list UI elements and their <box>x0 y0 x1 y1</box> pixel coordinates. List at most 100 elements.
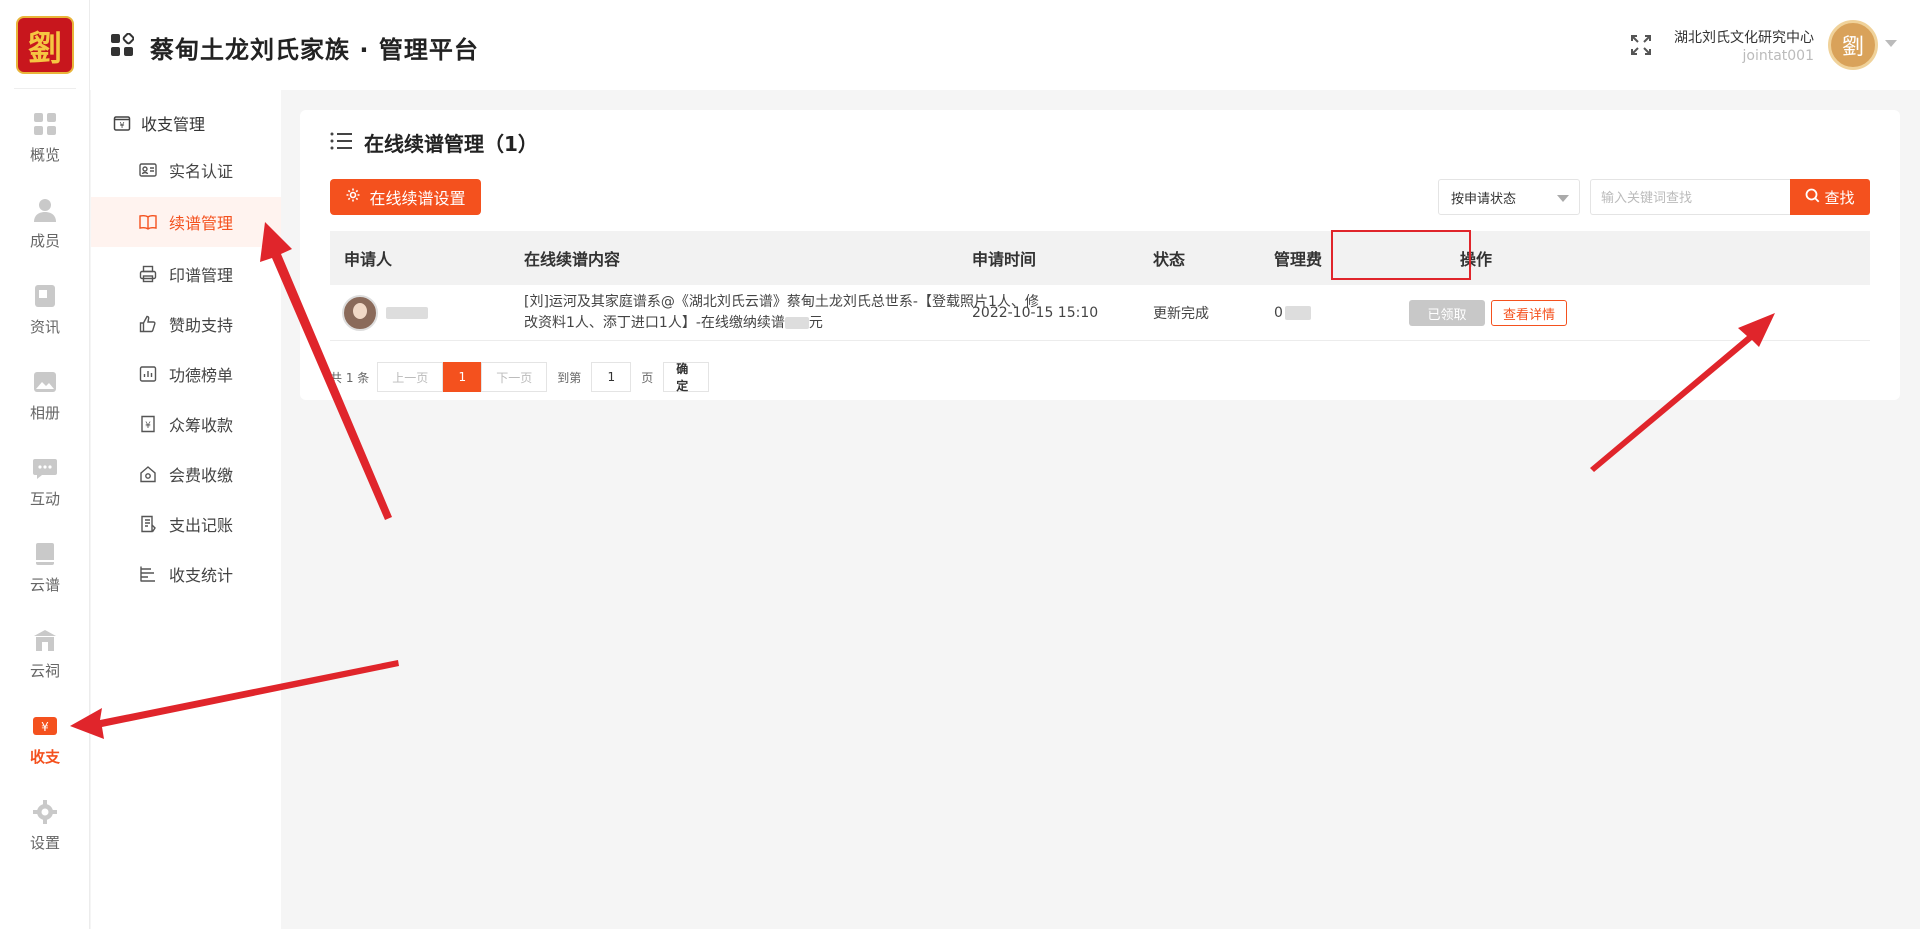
submenu-item-label: 续谱管理 <box>169 214 234 233</box>
content-suffix: 元 <box>808 315 823 331</box>
view-details-button[interactable]: 查看详情 <box>1491 300 1567 326</box>
rail-item-members[interactable]: 成员 <box>0 196 90 268</box>
org-name: 湖北刘氏文化研究中心 <box>1674 30 1814 46</box>
rail-item-news[interactable]: 资讯 <box>0 282 90 354</box>
app-title: 蔡甸土龙刘氏家族 · 管理平台 <box>150 36 479 64</box>
page-jump-input[interactable]: 1 <box>591 362 632 392</box>
submenu: ¥ 收支管理 实名认证 续谱管理 印谱管理 赞助支持 功德榜单 ¥ 众筹收款 会… <box>91 90 281 929</box>
column-header: 状态 <box>1153 250 1186 269</box>
status-cell: 更新完成 <box>1153 306 1209 322</box>
rail-item-settings[interactable]: 设置 <box>0 798 90 870</box>
rail-item-cloud-temple[interactable]: 云祠 <box>0 626 90 698</box>
gear-icon <box>345 187 369 207</box>
svg-text:¥: ¥ <box>41 720 49 734</box>
rail-item-interaction[interactable]: 互动 <box>0 454 90 526</box>
submenu-item-label: 赞助支持 <box>169 316 234 335</box>
select-value: 按申请状态 <box>1451 191 1517 207</box>
submenu-item-expense[interactable]: 支出记账 <box>91 499 281 549</box>
svg-text:¥: ¥ <box>145 421 151 431</box>
user-avatar[interactable]: 劉 <box>1828 20 1878 70</box>
applicant-cell <box>342 285 428 341</box>
next-page-button[interactable]: 下一页 <box>481 362 548 392</box>
rail-label: 资讯 <box>29 318 60 336</box>
rail-item-finance[interactable]: ¥ 收支 <box>0 712 90 784</box>
search-input[interactable] <box>1590 179 1790 215</box>
image-icon <box>31 368 59 396</box>
rail-label: 云祠 <box>29 662 60 680</box>
submenu-item-real-name[interactable]: 实名认证 <box>91 145 281 195</box>
app-logo[interactable]: 劉 <box>16 16 74 74</box>
button-label: 在线续谱设置 <box>369 189 466 208</box>
redacted-name <box>386 307 428 319</box>
submenu-item-label: 收支统计 <box>169 566 234 585</box>
news-icon <box>31 282 59 310</box>
apps-icon <box>110 32 135 57</box>
column-header: 管理费 <box>1274 250 1323 269</box>
rail-label: 成员 <box>29 232 60 250</box>
search-button[interactable]: 查找 <box>1790 179 1870 215</box>
fee-value: 0 <box>1274 305 1283 321</box>
top-header: 蔡甸土龙刘氏家族 · 管理平台 湖北刘氏文化研究中心 jointat001 劉 <box>90 0 1920 90</box>
status-filter-select[interactable]: 按申请状态 <box>1438 179 1580 215</box>
printer-icon <box>139 265 157 283</box>
user-id: jointat001 <box>1742 48 1815 64</box>
id-card-icon <box>139 161 157 179</box>
rail-item-album[interactable]: 相册 <box>0 368 90 440</box>
content-card: 在线续谱管理（1） 在线续谱设置 按申请状态 查找 申请人 在线续谱内容 申请时… <box>300 110 1900 400</box>
submenu-item-crowdfunding[interactable]: ¥ 众筹收款 <box>91 399 281 449</box>
column-header: 申请人 <box>344 250 393 269</box>
ledger-icon <box>139 515 157 533</box>
content-line: 改资料1人、添丁进口1人】-在线缴纳续谱 <box>524 315 785 331</box>
submenu-item-label: 会费收缴 <box>169 466 234 485</box>
grid-icon <box>31 110 59 138</box>
genealogy-settings-button[interactable]: 在线续谱设置 <box>330 179 481 215</box>
rail-label: 设置 <box>29 834 60 852</box>
chevron-down-icon <box>1557 195 1569 202</box>
submenu-group-header: ¥ 收支管理 <box>113 108 205 138</box>
rail-label: 云谱 <box>29 576 60 594</box>
stats-icon <box>139 565 157 583</box>
search-icon <box>1805 188 1824 207</box>
svg-text:¥: ¥ <box>119 121 124 130</box>
submenu-item-statistics[interactable]: 收支统计 <box>91 549 281 599</box>
rail-label: 互动 <box>29 490 60 508</box>
thumb-up-icon <box>139 315 157 333</box>
applicant-avatar <box>342 295 378 331</box>
yuan-box-icon: ¥ <box>113 114 131 132</box>
claimed-button[interactable]: 已领取 <box>1409 300 1485 326</box>
table-row: [刘]运河及其家庭谱系@《湖北刘氏云谱》蔡甸土龙刘氏总世系-【登载照片1人、修 … <box>330 285 1870 341</box>
confirm-page-button[interactable]: 确定 <box>663 362 710 393</box>
fullscreen-icon[interactable] <box>1630 34 1652 56</box>
submenu-item-membership-fee[interactable]: 会费收缴 <box>91 449 281 499</box>
gear-icon <box>31 798 59 826</box>
submenu-group-label: 收支管理 <box>141 115 206 134</box>
chevron-down-icon[interactable] <box>1885 40 1897 47</box>
submenu-item-label: 印谱管理 <box>169 266 234 285</box>
open-book-icon <box>139 213 157 231</box>
submenu-item-genealogy-renewal[interactable]: 续谱管理 <box>91 197 281 247</box>
annotation-highlight-box <box>1331 230 1471 280</box>
submenu-item-merit-list[interactable]: 功德榜单 <box>91 349 281 399</box>
pagination: 共 1 条 上一页 1 下一页 到第 1 页 确定 <box>330 362 710 393</box>
rail-label: 概览 <box>29 146 60 164</box>
submenu-item-sponsor[interactable]: 赞助支持 <box>91 299 281 349</box>
icon-rail: 劉 概览 成员 资讯 相册 互动 云谱 云祠 ¥ 收支 设置 <box>0 0 90 929</box>
rail-divider <box>14 88 76 89</box>
page-number-current[interactable]: 1 <box>443 362 482 392</box>
actions-cell: 已领取 查看详情 <box>1409 285 1567 341</box>
house-icon <box>139 465 157 483</box>
total-count: 共 1 条 <box>330 370 370 385</box>
rail-item-overview[interactable]: 概览 <box>0 110 90 182</box>
rail-label: 相册 <box>29 404 60 422</box>
rail-label: 收支 <box>29 748 60 766</box>
prev-page-button[interactable]: 上一页 <box>377 362 444 392</box>
submenu-item-print[interactable]: 印谱管理 <box>91 249 281 299</box>
button-label: 查找 <box>1824 188 1855 207</box>
submenu-item-label: 众筹收款 <box>169 416 234 435</box>
yuan-icon: ¥ <box>31 712 59 740</box>
rail-item-cloud-genealogy[interactable]: 云谱 <box>0 540 90 612</box>
page-title: 在线续谱管理（1） <box>364 132 538 156</box>
redacted-amount <box>784 317 809 329</box>
applications-table: 申请人 在线续谱内容 申请时间 状态 管理费 操作 [刘]运河及其家庭谱系@《湖… <box>330 231 1870 341</box>
user-icon <box>31 196 59 224</box>
